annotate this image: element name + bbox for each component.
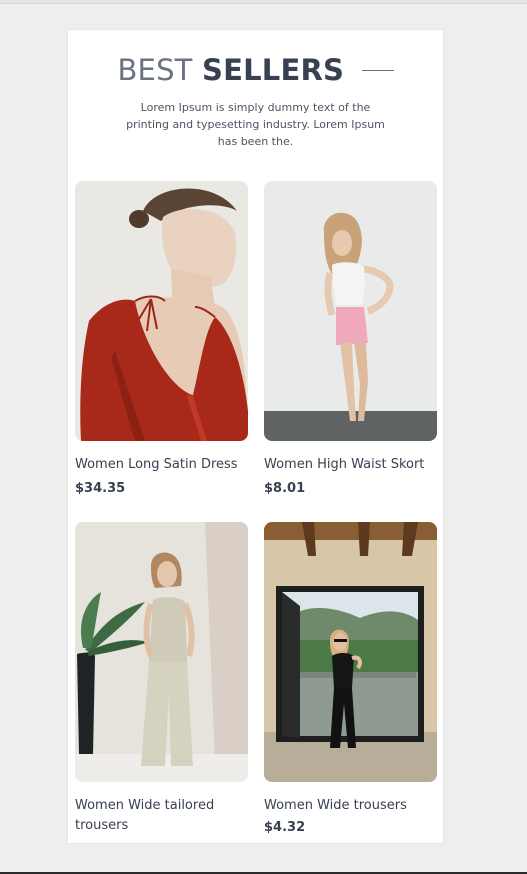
best-sellers-section: BEST SELLERS Lorem Ipsum is simply dummy…	[68, 30, 443, 843]
section-title-bold: SELLERS	[202, 53, 345, 87]
product-image[interactable]	[264, 181, 437, 441]
product-photo-red-dress	[75, 181, 248, 441]
product-name[interactable]: Women Long Satin Dress	[75, 455, 248, 475]
product-name[interactable]: Women High Waist Skort	[264, 455, 437, 475]
product-card[interactable]: Women Wide tailored trousers	[75, 522, 248, 841]
product-image[interactable]	[75, 522, 248, 782]
product-card[interactable]: Women High Waist Skort $8.01	[264, 181, 437, 498]
product-photo-wide-trousers	[264, 522, 437, 782]
product-card[interactable]: Women Long Satin Dress $34.35	[75, 181, 248, 498]
product-price: $34.35	[75, 481, 126, 496]
section-title: BEST SELLERS	[68, 52, 443, 88]
product-price: $8.01	[264, 481, 306, 496]
title-decor-line	[361, 69, 394, 71]
product-photo-tailored-trousers	[75, 522, 248, 782]
browser-top-edge	[0, 0, 527, 4]
product-photo-pink-skort	[264, 181, 437, 441]
product-card[interactable]: Women Wide trousers $4.32	[264, 522, 437, 837]
product-name[interactable]: Women Wide trousers	[264, 796, 437, 816]
product-image[interactable]	[264, 522, 437, 782]
product-price: $4.32	[264, 820, 306, 835]
section-description: Lorem Ipsum is simply dummy text of the …	[126, 101, 385, 148]
section-title-light: BEST	[117, 53, 193, 87]
product-name[interactable]: Women Wide tailored trousers	[75, 796, 248, 836]
product-image[interactable]	[75, 181, 248, 441]
